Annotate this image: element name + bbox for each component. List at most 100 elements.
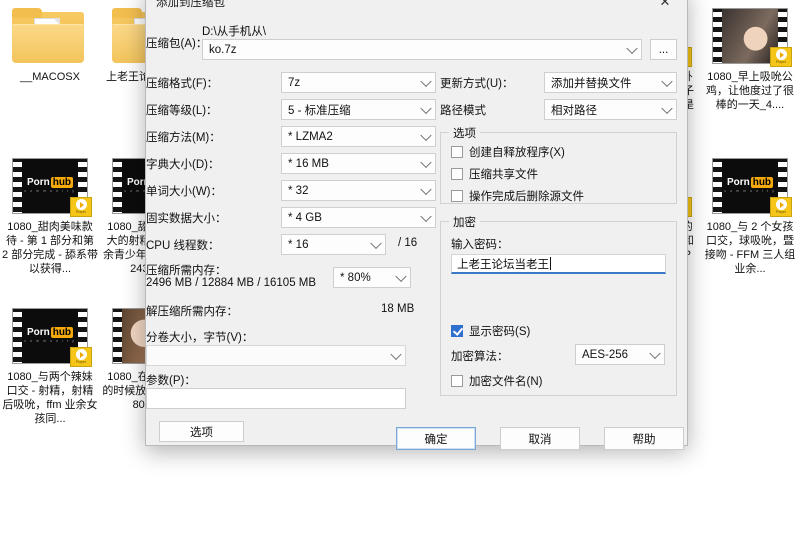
browse-button[interactable]: ... [650, 39, 677, 60]
text-caret [550, 257, 551, 270]
volume-size-label: 分卷大小，字节(V)： [146, 332, 254, 344]
checkbox-delete-after[interactable]: 操作完成后删除源文件 [451, 188, 584, 204]
checkbox-label: 操作完成后删除源文件 [469, 191, 584, 203]
chevron-down-icon [649, 347, 661, 359]
cpu-threads-total: / 16 [398, 237, 418, 249]
memory-decompress-label: 解压缩所需内存： [146, 306, 238, 318]
compression-method-value: LZMA2 [295, 130, 333, 143]
encryption-group: 加密 输入密码： 上老王论坛当老王 显示密码(S) 加密算法： AES-256 … [440, 214, 677, 396]
pornhub-logo: Pornhubc o m m u n i t y [724, 177, 776, 194]
checkbox-box [451, 190, 463, 202]
password-value: 上老王论坛当老王 [457, 258, 549, 271]
inherited-marker: * [288, 130, 296, 143]
cpu-threads-value: 16 [295, 238, 309, 251]
volume-size-combo[interactable] [146, 345, 406, 366]
file-item[interactable]: Player 1080_早上吸吮公鸡，让他度过了很棒的一天_4.... [700, 0, 800, 150]
word-size-label: 单词大小(W)： [146, 186, 223, 198]
memory-compress-label: 压缩所需内存： [146, 265, 227, 277]
options-button[interactable]: 选项 [159, 421, 244, 442]
chevron-down-icon [420, 156, 432, 168]
inherited-marker: * [340, 271, 348, 284]
pornhub-logo: Pornhubc o m m u n i t y [24, 327, 76, 344]
file-item[interactable]: Porn hub c o m m u n i t y Player 1080_与 2 个… [700, 150, 800, 300]
checkbox-box [451, 146, 463, 158]
add-to-archive-dialog: 添加到压缩包 ✕ 压缩包(A)： D:\从手机从\ ko.7z ... 压缩格式… [145, 0, 688, 450]
checkbox-label: 加密文件名(N) [469, 376, 543, 388]
chevron-down-icon [420, 210, 432, 222]
chevron-down-icon [661, 75, 673, 87]
file-item[interactable]: Porn hub c o m m u n i t y Player 1080_与两个辣妹… [0, 300, 100, 450]
dictionary-size-combo[interactable]: * 16 MB [281, 153, 436, 174]
dictionary-size-label: 字典大小(D)： [146, 159, 220, 171]
solid-block-size-label: 固实数据大小： [146, 213, 227, 225]
parameters-label: 参数(P)： [146, 375, 196, 387]
pornhub-logo: Pornhubc o m m u n i t y [24, 177, 76, 194]
chevron-down-icon [661, 102, 673, 114]
compression-format-combo[interactable]: 7z [281, 72, 436, 93]
memory-compress-detail: 2496 MB / 12884 MB / 16105 MB [146, 277, 317, 289]
file-item[interactable]: Porn hub c o m m u n i t y Player 1080_甜肉美味款… [0, 150, 100, 300]
checkbox-box [451, 168, 463, 180]
compression-format-label: 压缩格式(F)： [146, 78, 219, 90]
inherited-marker: * [288, 157, 296, 170]
chevron-down-icon [395, 270, 407, 282]
solid-block-size-combo[interactable]: * 4 GB [281, 207, 436, 228]
checkbox-compress-shared[interactable]: 压缩共享文件 [451, 166, 538, 182]
path-mode-value: 相对路径 [551, 104, 597, 117]
update-mode-value: 添加并替换文件 [551, 77, 632, 90]
checkbox-encrypt-filenames[interactable]: 加密文件名(N) [451, 373, 542, 389]
archive-name-value: ko.7z [209, 43, 237, 56]
compression-level-combo[interactable]: 5 - 标准压缩 [281, 99, 436, 120]
dialog-title: 添加到压缩包 [156, 0, 225, 9]
checkbox-label: 创建自释放程序(X) [469, 147, 565, 159]
options-group-title: 选项 [449, 125, 480, 141]
close-icon[interactable]: ✕ [643, 0, 687, 15]
checkbox-box [451, 375, 463, 387]
chevron-down-icon [420, 75, 432, 87]
path-mode-label: 路径模式 [440, 105, 486, 117]
encryption-algorithm-value: AES-256 [582, 348, 629, 361]
path-mode-combo[interactable]: 相对路径 [544, 99, 677, 120]
folder-icon [12, 8, 84, 64]
dialog-body: 压缩包(A)： D:\从手机从\ ko.7z ... 压缩格式(F)： 7z 压… [146, 15, 687, 450]
ok-button[interactable]: 确定 [396, 427, 476, 450]
archive-label: 压缩包(A)： [146, 38, 208, 50]
checkbox-show-password[interactable]: 显示密码(S) [451, 323, 530, 339]
dictionary-size-value: 16 MB [295, 157, 329, 170]
memory-usage-percent-combo[interactable]: * 80% [333, 267, 411, 288]
encryption-group-title: 加密 [449, 214, 480, 230]
chevron-down-icon [420, 129, 432, 141]
checkbox-box [451, 325, 463, 337]
dialog-titlebar: 添加到压缩包 ✕ [146, 0, 687, 15]
player-overlay-icon: Player [70, 347, 92, 367]
word-size-value: 32 [295, 184, 309, 197]
chevron-down-icon [370, 237, 382, 249]
cancel-button[interactable]: 取消 [500, 427, 580, 450]
player-overlay-icon: Player [770, 47, 792, 67]
checkbox-label: 压缩共享文件 [469, 169, 538, 181]
password-input[interactable]: 上老王论坛当老王 [451, 254, 666, 274]
player-overlay-icon: Player [770, 197, 792, 217]
compression-method-label: 压缩方法(M)： [146, 132, 221, 144]
encryption-algorithm-label: 加密算法： [451, 351, 509, 363]
checkbox-create-sfx[interactable]: 创建自释放程序(X) [451, 144, 565, 160]
parameters-input[interactable] [146, 388, 406, 409]
options-group: 选项 创建自释放程序(X) 压缩共享文件 操作完成后删除源文件 [440, 125, 677, 204]
word-size-combo[interactable]: * 32 [281, 180, 436, 201]
encryption-algorithm-combo[interactable]: AES-256 [575, 344, 665, 365]
file-item-label: 1080_与两个辣妹口交 - 射精，射精后吸吮，ffm 业余女孩同... [2, 371, 98, 425]
update-mode-combo[interactable]: 添加并替换文件 [544, 72, 677, 93]
archive-name-combo[interactable]: ko.7z [202, 39, 642, 60]
chevron-down-icon [420, 102, 432, 114]
inherited-marker: * [288, 211, 296, 224]
help-button[interactable]: 帮助 [604, 427, 684, 450]
chevron-down-icon [420, 183, 432, 195]
solid-block-size-value: 4 GB [295, 211, 322, 224]
cpu-threads-combo[interactable]: * 16 [281, 234, 386, 255]
compression-level-value: 5 - 标准压缩 [288, 104, 351, 117]
file-item-label: 1080_甜肉美味款待 - 第 1 部分和第 2 部分完成 - 舔系带以获得..… [2, 221, 98, 275]
player-overlay-icon: Player [70, 197, 92, 217]
update-mode-label: 更新方式(U)： [440, 78, 514, 90]
file-item[interactable]: __MACOSX [0, 0, 100, 150]
compression-method-combo[interactable]: * LZMA2 [281, 126, 436, 147]
